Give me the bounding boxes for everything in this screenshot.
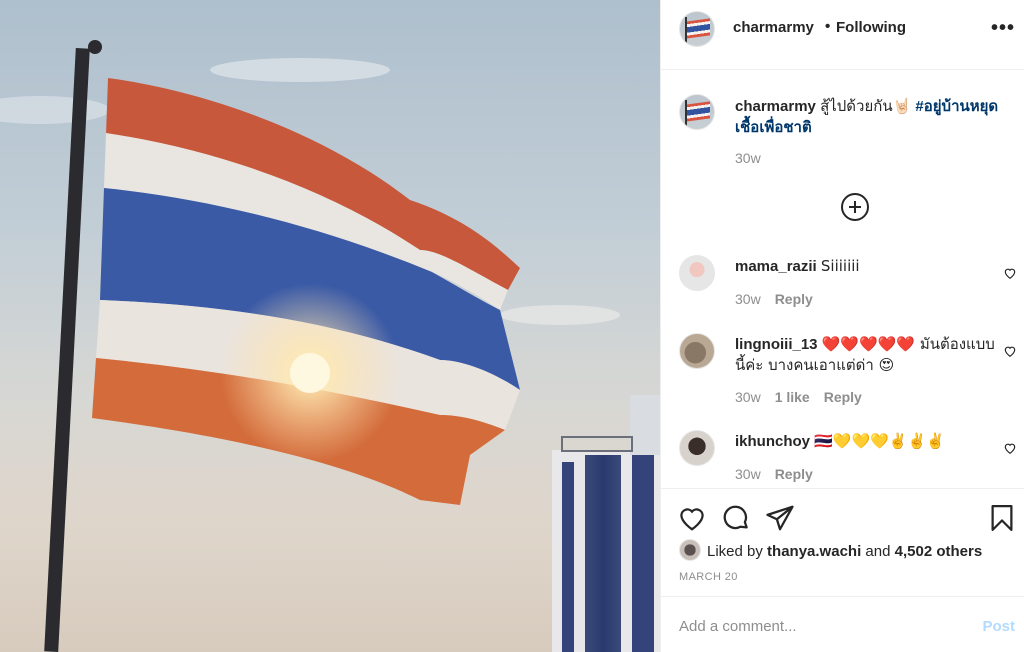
liker-avatar[interactable]	[679, 539, 701, 561]
heart-icon[interactable]	[677, 503, 707, 533]
comment-icon[interactable]	[721, 503, 751, 533]
comment-text: mama_razii Siiiiiii	[735, 256, 995, 277]
liked-by-label: Liked by	[707, 542, 763, 560]
comment-meta: 30w 1 like Reply	[735, 389, 876, 405]
comment-text: ikhunchoy 🇹🇭💛💛💛✌️✌️✌️	[735, 431, 995, 452]
comment-body: Siiiiiii	[820, 257, 860, 275]
paper-plane-icon[interactable]	[765, 503, 795, 533]
commenter-username[interactable]: ikhunchoy	[735, 433, 810, 450]
reply-button[interactable]: Reply	[824, 389, 862, 405]
bookmark-icon[interactable]	[987, 503, 1017, 533]
post-header: charmarmy • Following •••	[661, 0, 1024, 70]
comment-likes[interactable]: 1 like	[775, 389, 810, 405]
post-date[interactable]: MARCH 20	[679, 571, 738, 583]
likes-others[interactable]: 4,502 others	[895, 543, 983, 560]
caption-username[interactable]: charmarmy	[735, 98, 816, 115]
plus-circle-icon[interactable]	[841, 193, 869, 221]
caption-text: charmarmy สู้ไปด้วยกัน🤘🏻 #อยู่บ้านหยุดเช…	[735, 96, 1019, 138]
add-comment-bar: Post	[661, 596, 1024, 652]
comment-meta: 30w Reply	[735, 466, 827, 482]
comment-time[interactable]: 30w	[735, 291, 761, 307]
header-separator: •	[825, 18, 831, 35]
comment-time[interactable]: 30w	[735, 466, 761, 482]
more-icon[interactable]: •••	[991, 18, 1015, 38]
reply-button[interactable]: Reply	[775, 291, 813, 307]
caption-body: สู้ไปด้วยกัน🤘🏻	[820, 97, 912, 115]
comment-text: lingnoiii_13 ❤️❤️❤️❤️❤️ มันต้องแบบนี้ค่ะ…	[735, 334, 995, 376]
likes-summary: Liked by thanya.wachi and 4,502 others	[679, 539, 983, 563]
reply-button[interactable]: Reply	[775, 466, 813, 482]
commenter-avatar[interactable]	[679, 333, 715, 369]
comment-meta: 30w Reply	[735, 291, 827, 307]
caption-time[interactable]: 30w	[735, 150, 761, 166]
commenter-username[interactable]: lingnoiii_13	[735, 336, 818, 353]
heart-icon[interactable]	[1003, 441, 1017, 455]
commenter-avatar[interactable]	[679, 255, 715, 291]
liker-username[interactable]: thanya.wachi	[767, 543, 861, 560]
post-photo[interactable]	[0, 0, 660, 652]
author-username[interactable]: charmarmy	[733, 19, 814, 36]
commenter-avatar[interactable]	[679, 430, 715, 466]
post-comment-button[interactable]: Post	[982, 618, 1015, 635]
likes-and: and	[865, 542, 891, 560]
comment-body: 🇹🇭💛💛💛✌️✌️✌️	[814, 432, 945, 450]
heart-icon[interactable]	[1003, 266, 1017, 280]
comment-time[interactable]: 30w	[735, 389, 761, 405]
post-actions: Liked by thanya.wachi and 4,502 others M…	[661, 488, 1024, 652]
author-avatar[interactable]	[679, 11, 715, 47]
thai-flag-photo	[0, 40, 660, 652]
following-button[interactable]: Following	[836, 19, 906, 36]
caption-avatar[interactable]	[679, 94, 715, 130]
commenter-username[interactable]: mama_razii	[735, 258, 817, 275]
post-details-panel: charmarmy • Following ••• charmarmy สู้ไ…	[660, 0, 1024, 652]
heart-icon[interactable]	[1003, 344, 1017, 358]
comment-input[interactable]	[679, 615, 959, 637]
